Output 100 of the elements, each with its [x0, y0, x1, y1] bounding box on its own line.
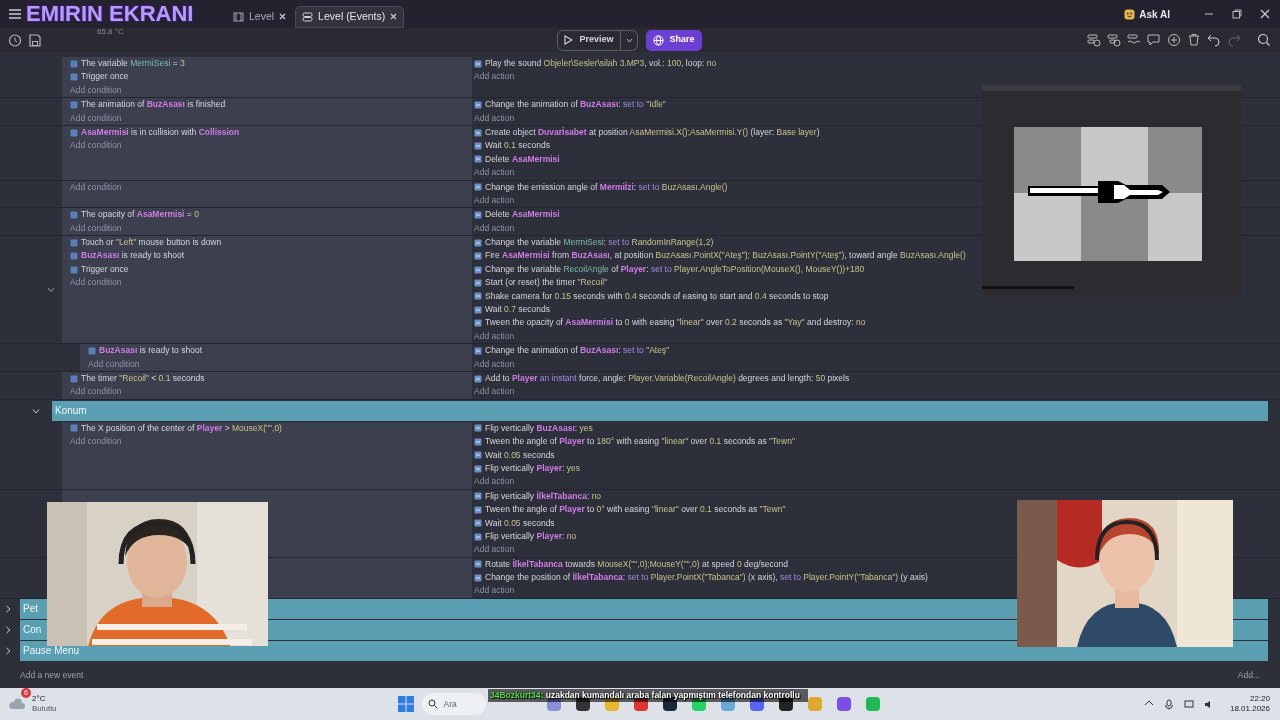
menu-icon[interactable] [8, 8, 22, 20]
undo-icon[interactable] [1207, 33, 1221, 47]
history-icon[interactable] [8, 33, 22, 47]
add-condition-link[interactable]: Add condition [70, 139, 122, 153]
action-text: Wait 0.1 seconds [485, 139, 550, 153]
action-text: Change the animation of BuzAsası: set to "Idle" [485, 98, 666, 112]
add-action-link[interactable]: Add action [474, 111, 515, 125]
action-type-icon [474, 532, 482, 541]
events-icon [302, 11, 314, 22]
add-condition-link[interactable]: Add condition [70, 221, 122, 236]
close-icon[interactable] [279, 13, 287, 20]
condition-text: The X position of the center of Player > MouseX("",0) [81, 421, 282, 435]
condition-type-icon [70, 211, 78, 219]
add-condition-link[interactable]: Add condition [70, 111, 122, 125]
action-type-icon [474, 128, 482, 137]
add-condition-link[interactable]: Add condition [70, 83, 122, 98]
chevron-icon[interactable] [4, 625, 12, 634]
browser-icon[interactable] [807, 696, 824, 712]
add-condition-link[interactable]: Add condition [70, 435, 122, 449]
add-action-link[interactable]: Add action [474, 584, 515, 598]
add-action-link[interactable]: Add action [474, 357, 515, 371]
condition-type-icon [70, 128, 78, 137]
chevron-icon[interactable] [47, 286, 55, 293]
action-text: Tween the angle of Player to 0° with easing "linear" over 0.1 seconds as "Tewn" [485, 503, 786, 517]
chevron-icon[interactable] [4, 646, 12, 655]
add-event-icon[interactable] [1087, 33, 1101, 47]
tab-label: Level (Events) [318, 8, 386, 24]
action-type-icon [474, 278, 482, 287]
taskbar-search-field[interactable]: Ara [422, 693, 487, 715]
add-event-link[interactable]: Add a new event [20, 668, 84, 682]
add-condition-link[interactable]: Add condition [88, 357, 140, 371]
add-action-link[interactable]: Add action [474, 70, 515, 84]
condition-type-icon [70, 424, 78, 433]
chevron-icon[interactable] [32, 406, 40, 415]
add-condition-link[interactable]: Add condition [70, 180, 122, 194]
action-type-icon [474, 100, 482, 109]
action-text: Change the variable RecoilAngle of Player: set to Player.AngleToPosition(MouseX(), MouseY())+180 [485, 262, 865, 276]
action-text: Delete AsaMermisi [485, 152, 560, 166]
condition-type-icon [70, 374, 78, 383]
condition-text: Touch or "Left" mouse button is down [81, 236, 222, 250]
add-action-link[interactable]: Add action [474, 475, 515, 489]
add-link[interactable]: Add... [1237, 668, 1260, 682]
chat-message: 34Bozkurt34: uzakdan kumandalı araba falan yapmıştım telefondan kontrollu [488, 689, 808, 702]
condition-text: BuzAsası is ready to shoot [81, 249, 184, 263]
action-text: Tween the opacity of AsaMermisi to 0 with easing "linear" over 0.2 seconds as "Yay" and destroy: no [485, 316, 866, 330]
action-type-icon [474, 451, 482, 460]
tab-label: Level [249, 8, 275, 24]
add-action-link[interactable]: Add action [474, 221, 515, 236]
group-header[interactable]: Konum [52, 400, 1268, 421]
action-text: Flip vertically İlkelTabanca: no [485, 489, 602, 503]
action-text: Tween the angle of Player to 180° with easing "linear" over 0.1 seconds as "Tewn" [485, 435, 795, 449]
action-type-icon [474, 265, 482, 274]
windows-start-icon[interactable] [398, 696, 415, 712]
ask-ai-button[interactable]: Ask AI [1139, 6, 1170, 22]
action-type-icon [474, 464, 482, 473]
add-action-link[interactable]: Add action [474, 193, 515, 208]
search-placeholder: Ara [443, 697, 457, 711]
condition-text: The animation of BuzAsası is finished [81, 98, 226, 112]
editor-tab[interactable]: Level [227, 5, 293, 28]
action-text: Play the sound Objeler\Sesler\silah 3.MP3, vol.: 100, loop: no [485, 57, 717, 70]
action-text: Rotate İlkelTabanca towards MouseX("",0);MouseY("",0) at speed 0 deg/second [485, 557, 788, 571]
add-action-link[interactable]: Add action [474, 543, 515, 557]
search-icon[interactable] [1257, 33, 1271, 47]
close-icon[interactable] [1260, 9, 1270, 19]
action-type-icon [474, 183, 482, 192]
add-subevent-icon[interactable] [1107, 33, 1121, 47]
action-text: Start (or reset) the timer "Recoil" [485, 276, 608, 290]
close-icon[interactable] [390, 13, 398, 20]
action-text: Shake camera for 0.15 seconds with 0.4 seconds of easing to start and 0.4 seconds to stop [485, 289, 829, 303]
add-action-link[interactable]: Add action [474, 385, 515, 399]
comment-icon[interactable] [1147, 33, 1161, 47]
clock-time: 22:20 [1249, 694, 1270, 704]
monitor-icon[interactable] [1183, 698, 1194, 710]
add-condition-link[interactable]: Add condition [70, 276, 122, 290]
caret-icon [625, 37, 633, 43]
share-button[interactable]: Share [646, 29, 702, 51]
action-text: Wait 0.05 seconds [485, 516, 555, 530]
action-text: Flip vertically Player: no [485, 529, 577, 543]
action-type-icon [474, 519, 482, 528]
preview-button[interactable]: Preview [557, 29, 621, 51]
globe-icon [653, 34, 665, 46]
action-text: Change the position of İlkelTabanca: set to Player.PointX("Tabanca") (x axis), set to Player.PointY("Tabanca") (y axis) [485, 571, 928, 585]
action-type-icon [474, 211, 482, 219]
microphone-icon[interactable] [1163, 698, 1174, 710]
save-icon[interactable] [29, 33, 41, 47]
redo-icon[interactable] [1227, 33, 1241, 47]
add-icon[interactable] [1167, 33, 1181, 47]
add-condition-link[interactable]: Add condition [70, 385, 122, 399]
delete-icon[interactable] [1187, 33, 1201, 47]
action-text: Wait 0.05 seconds [485, 448, 555, 462]
editor-tab[interactable]: Level (Events) [295, 5, 405, 28]
restore-icon[interactable] [1232, 9, 1242, 19]
action-type-icon [474, 305, 482, 314]
chevron-icon[interactable] [4, 604, 12, 613]
add-action-link[interactable]: Add action [474, 329, 515, 344]
add-action-link[interactable]: Add action [474, 166, 515, 180]
stream-overlay-title: EMIRIN EKRANI [26, 2, 195, 26]
wave-list-icon[interactable] [1127, 33, 1141, 47]
cpu-temperature: 65.8 °C [97, 26, 124, 38]
condition-text: Trigger once [81, 262, 129, 276]
